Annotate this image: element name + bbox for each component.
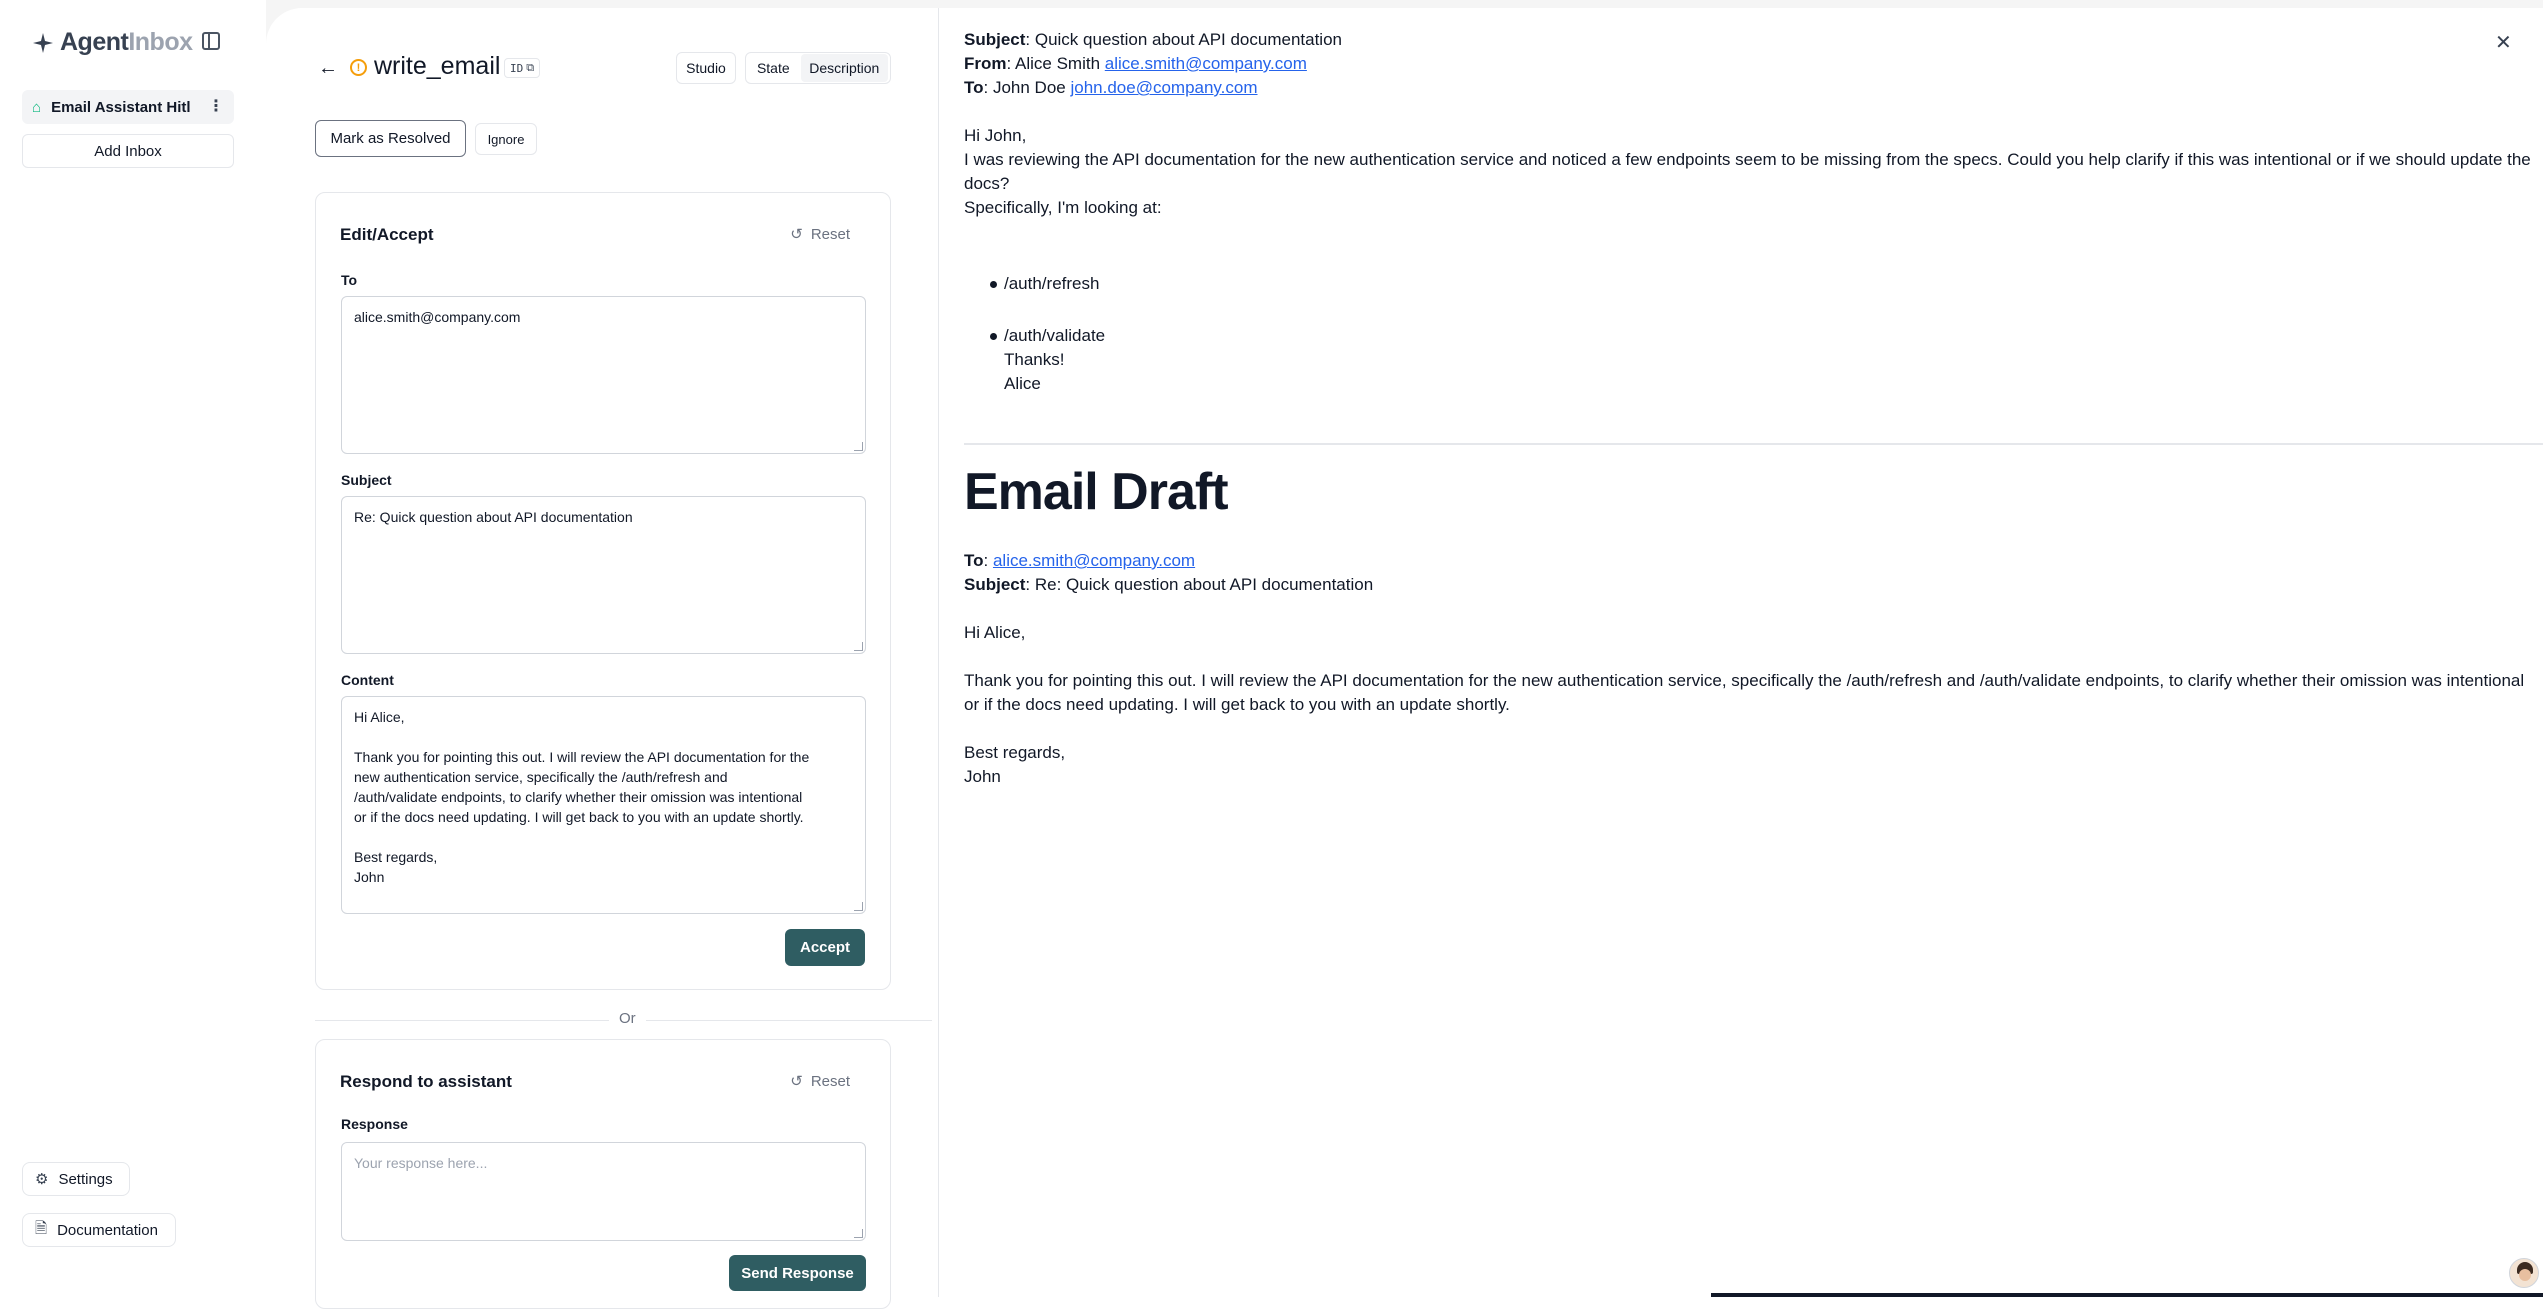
email-body-line: I was reviewing the API documentation fo… [964,150,2531,169]
email-to-line: To: John Doe john.doe@company.com [964,76,1258,100]
to-name: : John Doe [983,78,1071,97]
response-label: Response [341,1116,408,1132]
settings-label: Settings [58,1170,113,1188]
document-icon: 🗎 [35,1219,48,1237]
respond-reset-button[interactable]: ↺ Reset [790,1072,850,1091]
brand-name-suffix: Inbox [128,28,193,56]
brand-logo[interactable]: Agent Inbox [32,28,193,57]
edit-panel-title: Edit/Accept [340,225,434,244]
email-subject-line: Subject: Quick question about API docume… [964,28,1342,52]
draft-body-line: Thank you for pointing this out. I will … [964,671,2525,690]
add-inbox-button[interactable]: Add Inbox [22,134,234,168]
subject-field[interactable]: Re: Quick question about API documentati… [341,496,866,654]
page-title: write_email [374,52,501,80]
response-input[interactable]: Your response here... [341,1142,866,1241]
draft-to-line: To: alice.smith@company.com [964,549,1195,573]
endpoint-list-item: /auth/validate [1004,326,1106,345]
id-copy-button[interactable]: ID ⧉ [504,58,541,78]
reset-label: Reset [810,1072,850,1090]
email-from-line: From: Alice Smith alice.smith@company.co… [964,52,1307,76]
email-signature: Alice [1004,374,1041,393]
colon: : [983,551,993,570]
draft-subject-line: Subject: Re: Quick question about API do… [964,573,1373,597]
sidebar-item-email-assistant[interactable]: ⌂ Email Assistant Hitl ⋮ [22,90,234,124]
from-email-link[interactable]: alice.smith@company.com [1105,54,1307,73]
copy-icon: ⧉ [526,61,535,74]
alert-circle-icon: ! [350,59,367,76]
respond-panel-title: Respond to assistant [340,1072,512,1091]
close-icon[interactable]: ✕ [2495,30,2512,55]
reset-label: Reset [810,225,850,243]
documentation-button[interactable]: 🗎 Documentation [22,1213,176,1247]
sparkle-logo-icon [33,32,53,53]
draft-closing: Best regards, [964,743,1066,762]
documentation-label: Documentation [57,1221,158,1239]
content-field[interactable]: Hi Alice, Thank you for pointing this ou… [341,696,866,914]
tab-description[interactable]: Description [800,54,888,82]
draft-greeting: Hi Alice, [964,623,1026,642]
draft-to-key: To [964,551,984,570]
endpoint-list-item: /auth/refresh [1004,274,1100,293]
sidebar: Agent Inbox ⌂ Email Assistant Hitl ⋮ Add … [0,0,266,1297]
pane-divider [938,8,939,1297]
reset-icon: ↺ [790,1073,803,1090]
to-email-link[interactable]: john.doe@company.com [1070,78,1257,97]
or-separator: Or [609,1010,646,1027]
home-icon: ⌂ [32,98,42,116]
settings-button[interactable]: ⚙ Settings [22,1162,130,1196]
from-key: From [964,54,1007,73]
reset-icon: ↺ [790,226,803,243]
draft-name: John [964,767,1001,786]
draft-to-link[interactable]: alice.smith@company.com [993,551,1195,570]
subject-label: Subject [341,472,392,488]
from-name: : Alice Smith [1006,54,1105,73]
send-response-button[interactable]: Send Response [729,1255,866,1291]
draft-subject: : Re: Quick question about API documenta… [1025,575,1374,594]
avatar[interactable] [2509,1258,2539,1288]
tab-state[interactable]: State [746,60,801,76]
email-subject: : Quick question about API documentation [1025,30,1342,49]
back-arrow-icon[interactable]: ← [318,57,338,80]
bullet-marker [990,333,997,340]
content-label: Content [341,672,394,688]
brand-name: Agent [60,28,129,56]
to-key: To [964,78,984,97]
edit-accept-panel: Edit/Accept ↺ Reset To alice.smith@compa… [315,192,891,990]
studio-button[interactable]: Studio [676,52,736,84]
accept-button[interactable]: Accept [785,929,865,966]
email-greeting: Hi John, [964,126,1027,145]
email-body-line: Specifically, I'm looking at: [964,198,1162,217]
email-thanks: Thanks! [1004,350,1065,369]
to-field[interactable]: alice.smith@company.com [341,296,866,454]
draft-subject-key: Subject [964,575,1026,594]
more-vertical-icon[interactable]: ⋮ [208,96,224,116]
view-toggle: State Description [745,52,891,84]
to-label: To [341,272,358,288]
sidebar-toggle-icon[interactable] [202,32,220,50]
draft-heading: Email Draft [964,463,1229,521]
id-label: ID [510,61,524,75]
section-divider [964,443,2543,445]
edit-reset-button[interactable]: ↺ Reset [790,225,850,244]
scroll-indicator [1711,1293,2543,1297]
draft-body-line: or if the docs need updating. I will get… [964,695,1510,714]
inbox-label: Email Assistant Hitl [51,98,191,116]
bullet-marker [990,281,997,288]
mark-resolved-button[interactable]: Mark as Resolved [315,120,466,157]
subject-key: Subject [964,30,1026,49]
ignore-button[interactable]: Ignore [475,123,537,155]
settings-icon: ⚙ [35,1171,49,1188]
email-body-line: docs? [964,174,1010,193]
